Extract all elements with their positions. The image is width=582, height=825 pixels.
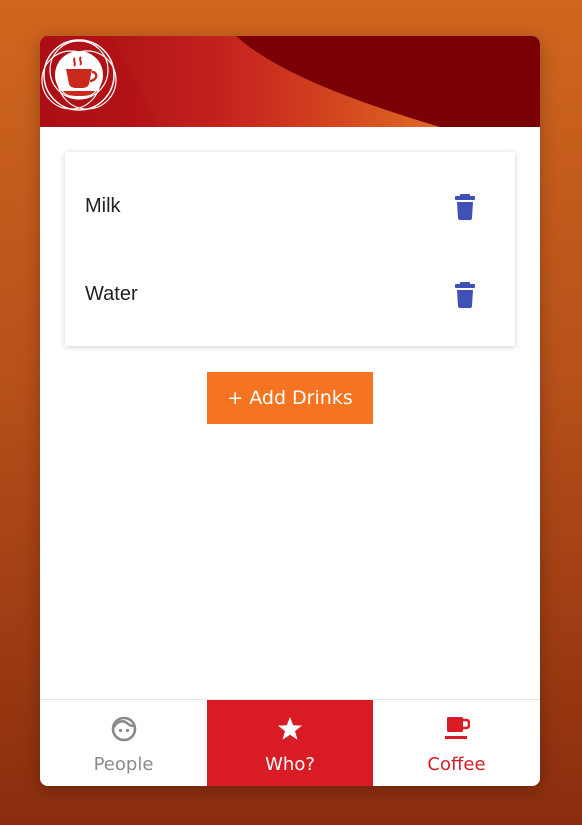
bottom-nav: People Who? Coffee	[40, 699, 540, 786]
nav-coffee-label: Coffee	[427, 754, 486, 775]
drink-name: Milk	[85, 195, 121, 217]
drink-row-milk: Milk	[65, 162, 515, 250]
drink-row-water: Water	[65, 250, 515, 338]
nav-tab-coffee[interactable]: Coffee	[373, 700, 540, 786]
nav-tab-people[interactable]: People	[40, 700, 207, 786]
nav-tab-who[interactable]: Who?	[207, 700, 373, 786]
coffee-mug-icon	[444, 717, 470, 739]
delete-water-trash-icon[interactable]	[453, 282, 477, 308]
app-header	[40, 36, 540, 127]
add-drinks-button[interactable]: + Add Drinks	[207, 372, 373, 424]
drink-name: Water	[85, 283, 138, 305]
coffee-cup-logo-icon	[41, 39, 117, 111]
delete-milk-trash-icon[interactable]	[453, 194, 477, 220]
nav-who-label: Who?	[265, 754, 315, 775]
drinks-list: Milk Water	[65, 152, 515, 346]
app-card: Milk Water + Add Drinks People Who? Coff…	[40, 36, 540, 786]
face-icon	[111, 716, 136, 742]
nav-people-label: People	[93, 754, 154, 775]
star-icon	[278, 717, 302, 740]
